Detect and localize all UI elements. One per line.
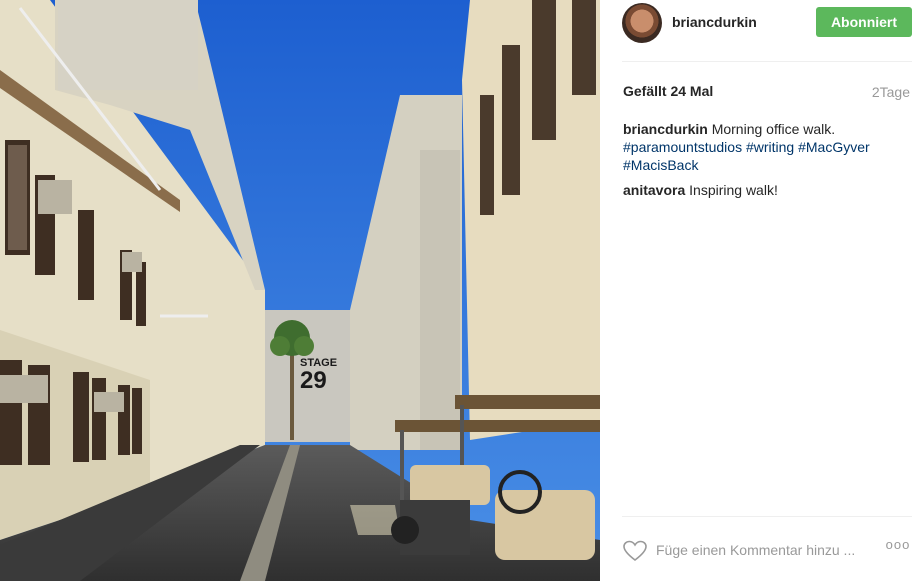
author-username[interactable]: briancdurkin bbox=[672, 14, 757, 30]
header-divider bbox=[622, 61, 912, 62]
comment-text: Inspiring walk! bbox=[689, 182, 778, 198]
post-header: briancdurkin Abonniert bbox=[622, 3, 912, 43]
post-time[interactable]: 2Tage bbox=[852, 84, 910, 100]
hashtag-link[interactable]: #paramountstudios bbox=[623, 139, 742, 155]
avatar[interactable] bbox=[622, 3, 662, 43]
hashtag-link[interactable]: #MacisBack bbox=[623, 157, 698, 173]
comment-username[interactable]: anitavora bbox=[623, 182, 685, 198]
follow-button[interactable]: Abonniert bbox=[816, 7, 912, 37]
comment-bar: ooo bbox=[622, 532, 914, 568]
caption: briancdurkin Morning office walk. #param… bbox=[623, 120, 908, 174]
hashtag-link[interactable]: #MacGyver bbox=[798, 139, 870, 155]
hashtag-link[interactable]: #writing bbox=[746, 139, 794, 155]
stage-number: 29 bbox=[300, 367, 327, 394]
post-sidebar: briancdurkin Abonniert Gefällt 24 Mal 2T… bbox=[600, 0, 916, 581]
more-options-icon[interactable]: ooo bbox=[884, 537, 912, 559]
caption-username[interactable]: briancdurkin bbox=[623, 121, 708, 137]
comment-item: anitavora Inspiring walk! bbox=[623, 181, 908, 199]
post-photo[interactable]: STAGE 29 bbox=[0, 0, 600, 581]
heart-icon[interactable] bbox=[623, 540, 647, 562]
comment-input[interactable] bbox=[656, 539, 868, 561]
caption-text: Morning office walk. bbox=[711, 121, 836, 137]
post-photo-image: STAGE 29 bbox=[0, 0, 600, 581]
likes-count[interactable]: Gefällt 24 Mal bbox=[623, 83, 713, 99]
footer-divider bbox=[622, 516, 912, 517]
